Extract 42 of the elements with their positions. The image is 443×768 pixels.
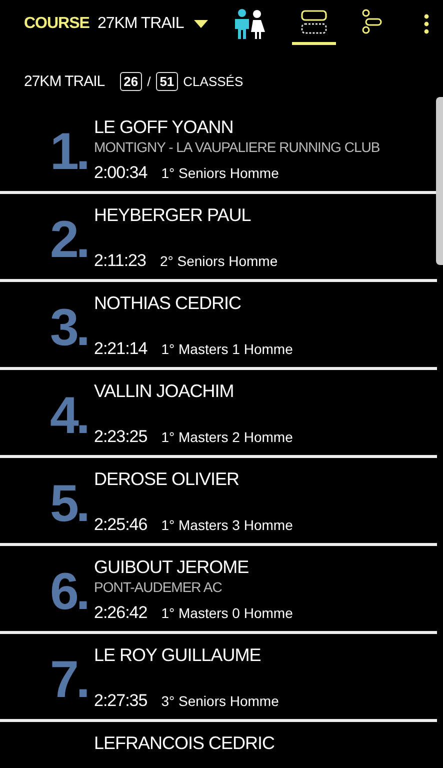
- category-rank: 2° Seniors Homme: [160, 253, 278, 269]
- finish-time: 2:23:25: [94, 427, 148, 447]
- separator: /: [147, 74, 151, 88]
- ranked-count: 26: [120, 72, 142, 90]
- caret-icon[interactable]: [194, 20, 208, 28]
- race-selector[interactable]: 27KM TRAIL: [97, 15, 184, 33]
- club-name: MONTIGNY - LA VAUPALIERE RUNNING CLUB: [94, 138, 380, 156]
- finish-time: 2:00:34: [94, 163, 148, 183]
- rank-number: 5.: [50, 478, 88, 530]
- rank-number: 7.: [50, 654, 88, 706]
- race-name: 27KM TRAIL: [24, 72, 105, 90]
- cards-view-icon: [300, 10, 328, 34]
- total-count: 51: [156, 72, 178, 90]
- rank-number: 1.: [50, 126, 88, 178]
- finish-time: 2:21:14: [94, 339, 148, 359]
- runner-name[interactable]: HEYBERGER PAUL: [94, 204, 278, 226]
- finish-time: 2:27:35: [94, 691, 148, 711]
- category-rank: 1° Masters 2 Homme: [161, 429, 293, 445]
- runner-name[interactable]: LE GOFF YOANN: [94, 116, 380, 138]
- runner-name[interactable]: DEROSE OLIVIER: [94, 468, 293, 490]
- tree-view-icon: [361, 8, 383, 34]
- course-label: COURSE: [24, 15, 90, 33]
- runner-name[interactable]: VALLIN JOACHIM: [94, 380, 293, 402]
- finish-time: 2:26:42: [94, 603, 148, 623]
- ranked-label: CLASSÉS: [183, 74, 244, 88]
- rank-number: 2.: [50, 214, 88, 266]
- category-rank: 1° Masters 1 Homme: [161, 341, 293, 357]
- runner-name[interactable]: GUIBOUT JEROME: [94, 556, 293, 578]
- category-rank: 1° Masters 3 Homme: [161, 517, 293, 533]
- finish-time: 2:11:23: [94, 251, 146, 271]
- runner-name[interactable]: LEFRANCOIS CEDRIC: [94, 732, 275, 754]
- category-rank: 1° Masters 0 Homme: [161, 605, 293, 621]
- rank-number: 3.: [50, 302, 88, 354]
- finish-time: 2:25:46: [94, 515, 148, 535]
- scrollbar[interactable]: [436, 97, 443, 265]
- runner-name[interactable]: NOTHIAS CEDRIC: [94, 292, 293, 314]
- category-rank: 3° Seniors Homme: [161, 693, 279, 709]
- category-rank: 1° Seniors Homme: [161, 165, 279, 181]
- club-name: PONT-AUDEMER AC: [94, 578, 223, 596]
- runner-name[interactable]: LE ROY GUILLAUME: [94, 644, 279, 666]
- rank-number: 6.: [50, 566, 88, 618]
- rank-number: 4.: [50, 390, 88, 442]
